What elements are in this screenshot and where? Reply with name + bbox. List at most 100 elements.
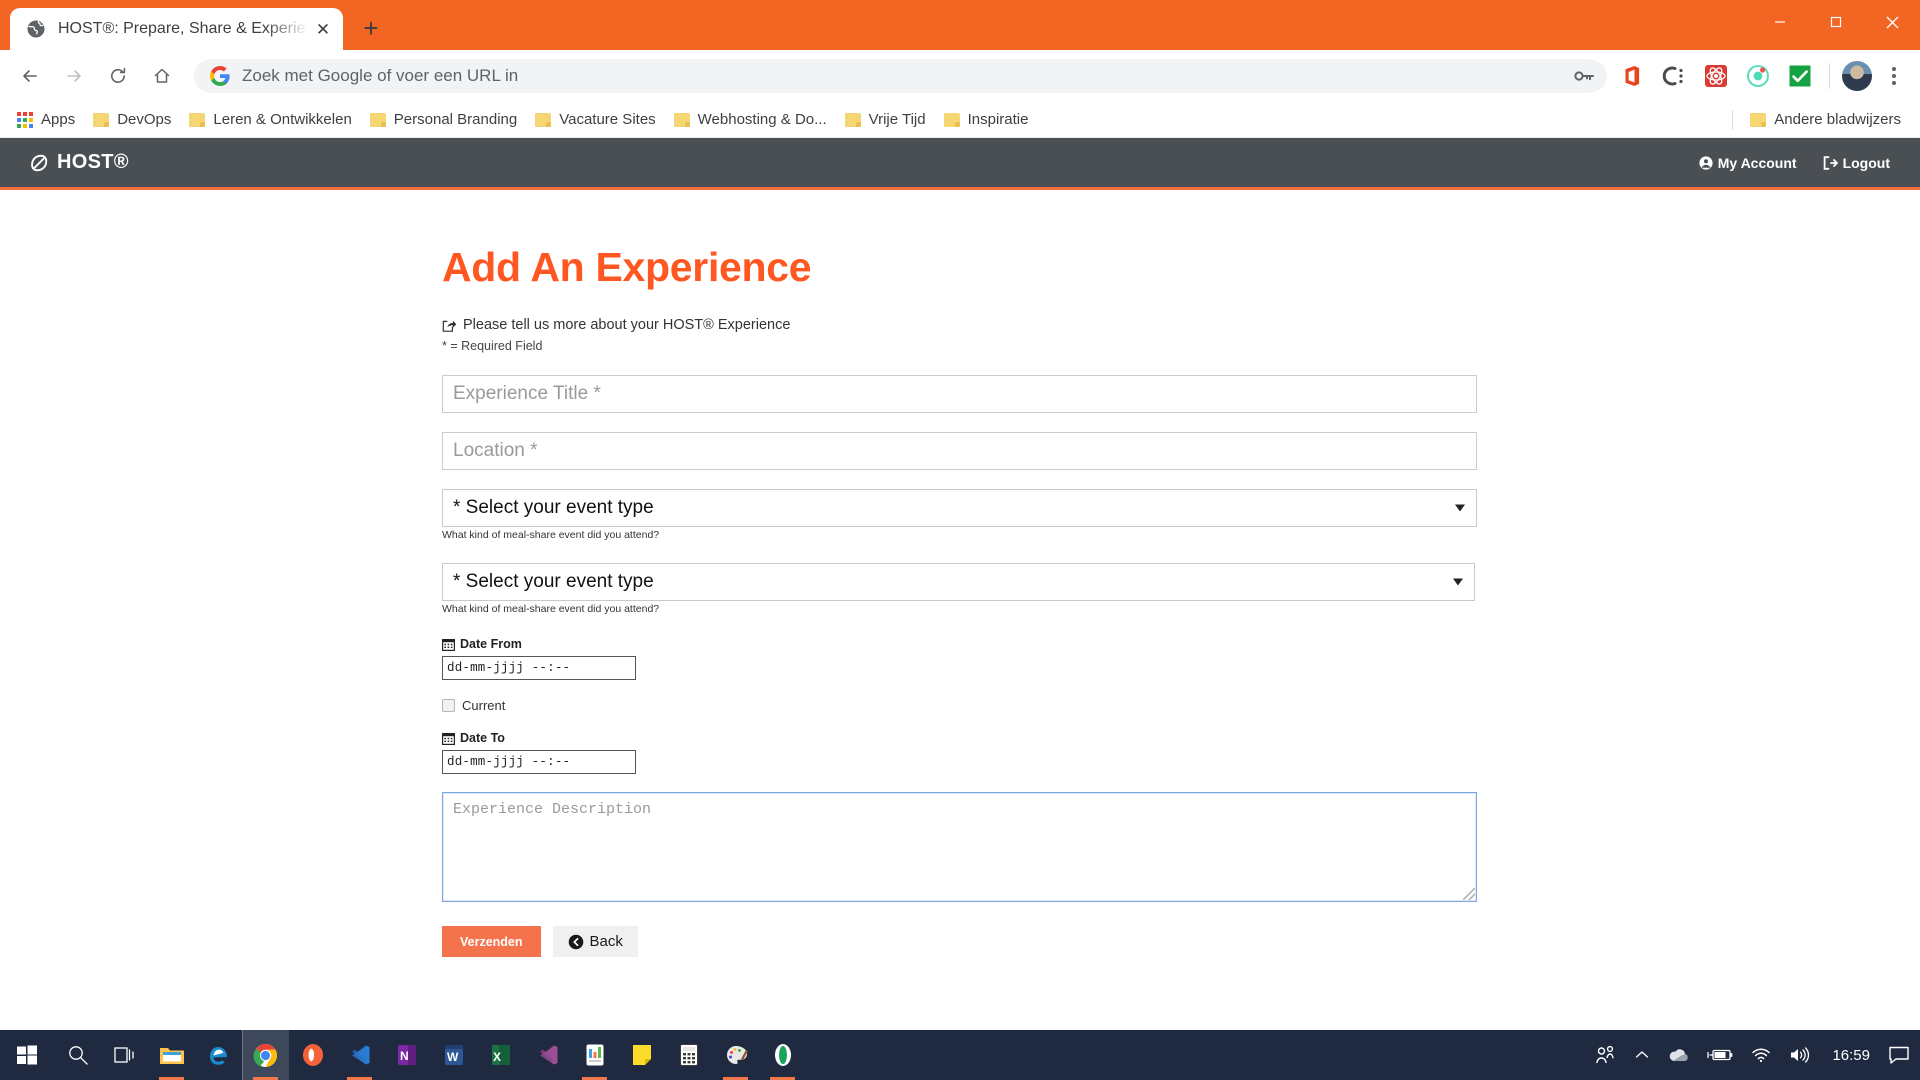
- event-type-select-1[interactable]: * Select your event type: [442, 489, 1477, 527]
- apps-grid-icon: [17, 111, 33, 128]
- folder-icon: [535, 112, 552, 127]
- chevron-down-icon: [1453, 578, 1463, 586]
- event-type-help-1: What kind of meal-share event did you at…: [442, 529, 660, 541]
- address-bar[interactable]: Zoek met Google of voer een URL in: [194, 59, 1605, 93]
- password-key-icon[interactable]: [1561, 60, 1607, 92]
- battery-charging-icon[interactable]: [1698, 1030, 1742, 1080]
- folder-icon: [673, 112, 690, 127]
- event-type-select-2[interactable]: * Select your event type: [442, 563, 1475, 601]
- window-close-button[interactable]: [1864, 0, 1920, 44]
- date-from-label-text: Date From: [460, 637, 522, 651]
- main-content: Add An Experience Please tell us more ab…: [0, 190, 1920, 957]
- visual-studio[interactable]: [524, 1030, 571, 1080]
- forward-button[interactable]: [56, 58, 92, 94]
- event-type-value: * Select your event type: [453, 497, 654, 518]
- action-center-icon[interactable]: [1882, 1030, 1916, 1080]
- checkmark-icon[interactable]: [1783, 59, 1817, 93]
- sticky-notes-icon: [632, 1045, 651, 1065]
- bookmark-label: Vacature Sites: [559, 111, 656, 128]
- google-icon: [210, 66, 230, 86]
- experience-title-input[interactable]: Experience Title *: [442, 375, 1477, 413]
- date-to-input[interactable]: dd-mm-jjjj --:--: [442, 750, 636, 774]
- ionic-icon[interactable]: [1741, 59, 1775, 93]
- maximize-button[interactable]: [1808, 0, 1864, 44]
- search-button[interactable]: [54, 1030, 101, 1080]
- home-button[interactable]: [144, 58, 180, 94]
- browser-titlebar: HOST®: Prepare, Share & Experie ✕ +: [0, 0, 1920, 50]
- clock[interactable]: 16:59: [1820, 1047, 1882, 1064]
- task-view-button[interactable]: [101, 1030, 148, 1080]
- bookmark-devops[interactable]: DevOps: [84, 106, 180, 134]
- bookmark-personal-branding[interactable]: Personal Branding: [361, 106, 526, 134]
- opera-browser[interactable]: [289, 1030, 336, 1080]
- calculator[interactable]: [665, 1030, 712, 1080]
- minimize-button[interactable]: [1752, 0, 1808, 44]
- react-devtools-icon[interactable]: [1699, 59, 1733, 93]
- edge-browser[interactable]: [195, 1030, 242, 1080]
- volume-icon[interactable]: [1780, 1030, 1820, 1080]
- current-checkbox-row[interactable]: Current: [442, 698, 1477, 713]
- logout-link[interactable]: Logout: [1823, 155, 1890, 171]
- bookmark-vrije-tijd[interactable]: Vrije Tijd: [836, 106, 935, 134]
- office-icon[interactable]: [1615, 59, 1649, 93]
- submit-button[interactable]: Verzenden: [442, 926, 541, 957]
- back-button[interactable]: [12, 58, 48, 94]
- excel[interactable]: X: [477, 1030, 524, 1080]
- visual-studio-icon: [539, 1045, 557, 1065]
- chrome-browser[interactable]: [242, 1030, 289, 1080]
- bookmark-webhosting[interactable]: Webhosting & Do...: [665, 106, 836, 134]
- avatar[interactable]: [1842, 61, 1872, 91]
- bookmark-label: Leren & Ontwikkelen: [213, 111, 352, 128]
- calendar-icon: [442, 732, 455, 745]
- onenote[interactable]: N: [383, 1030, 430, 1080]
- svg-text:X: X: [493, 1050, 501, 1064]
- oval-app[interactable]: [759, 1030, 806, 1080]
- location-input[interactable]: Location *: [442, 432, 1477, 470]
- folder-icon: [844, 112, 861, 127]
- onenote-icon: N: [397, 1045, 416, 1065]
- reload-button[interactable]: [100, 58, 136, 94]
- description-textarea[interactable]: Experience Description: [442, 792, 1477, 902]
- date-from-label: Date From: [442, 637, 1477, 651]
- my-account-link[interactable]: My Account: [1699, 155, 1797, 171]
- sticky-notes[interactable]: [618, 1030, 665, 1080]
- globe-favicon: [26, 19, 46, 39]
- edge-icon: [209, 1047, 227, 1065]
- bookmark-label: DevOps: [117, 111, 172, 128]
- bookmark-leren-ontwikkelen[interactable]: Leren & Ontwikkelen: [180, 106, 360, 134]
- new-tab-button[interactable]: +: [353, 10, 389, 46]
- paint[interactable]: [712, 1030, 759, 1080]
- folder-icon: [189, 112, 206, 127]
- date-from-input[interactable]: dd-mm-jjjj --:--: [442, 656, 636, 680]
- people-icon[interactable]: [1586, 1030, 1626, 1080]
- header-links: My Account Logout: [1699, 155, 1890, 171]
- onedrive-icon[interactable]: [1658, 1030, 1698, 1080]
- site-logo[interactable]: HOST®: [28, 151, 129, 174]
- bookmark-inspiratie[interactable]: Inspiratie: [935, 106, 1038, 134]
- bookmark-vacature-sites[interactable]: Vacature Sites: [526, 106, 664, 134]
- chevron-up-icon[interactable]: [1626, 1030, 1658, 1080]
- page-content: HOST® My Account Logout Add An Experienc…: [0, 138, 1920, 1028]
- opera-icon: [302, 1044, 323, 1066]
- bookmark-apps[interactable]: Apps: [8, 106, 84, 134]
- browser-tab[interactable]: HOST®: Prepare, Share & Experie ✕: [10, 8, 343, 50]
- back-button[interactable]: Back: [552, 926, 638, 957]
- arrow-circle-left-icon: [568, 934, 583, 949]
- bookmark-other[interactable]: Andere bladwijzers: [1741, 106, 1910, 134]
- chrome-menu-button[interactable]: [1880, 59, 1908, 93]
- excel-icon: X: [491, 1045, 510, 1065]
- file-explorer[interactable]: [148, 1030, 195, 1080]
- wifi-icon[interactable]: [1742, 1030, 1780, 1080]
- vscode[interactable]: [336, 1030, 383, 1080]
- word[interactable]: W: [430, 1030, 477, 1080]
- current-checkbox[interactable]: [442, 699, 455, 712]
- date-from-value: dd-mm-jjjj --:--: [447, 661, 571, 675]
- paint-icon: [726, 1046, 748, 1064]
- date-to-value: dd-mm-jjjj --:--: [447, 755, 571, 769]
- store-app[interactable]: [571, 1030, 618, 1080]
- site-header: HOST® My Account Logout: [0, 138, 1920, 190]
- close-icon[interactable]: ✕: [311, 17, 335, 41]
- start-button[interactable]: [0, 1030, 54, 1080]
- cisco-icon[interactable]: [1657, 59, 1691, 93]
- required-note: * = Required Field: [442, 339, 543, 353]
